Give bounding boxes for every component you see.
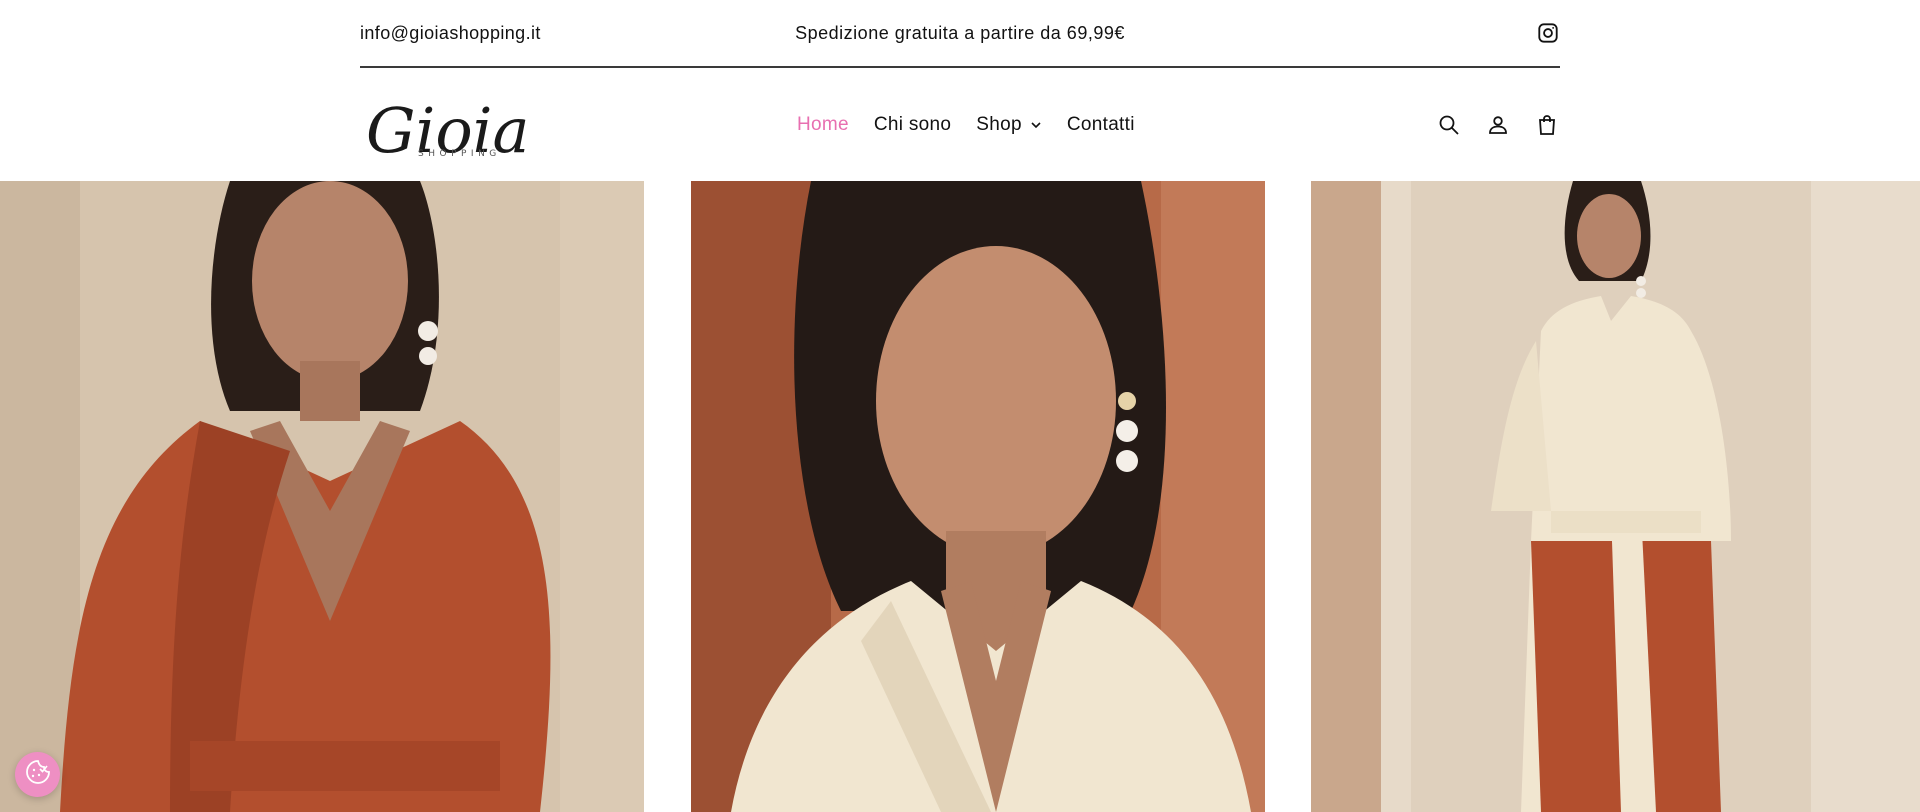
nav-chi-sono[interactable]: Chi sono xyxy=(874,114,951,136)
site-header: Gioia SHOPPING Home Chi sono Shop Contat… xyxy=(360,68,1560,181)
chevron-down-icon xyxy=(1030,119,1042,131)
email-link[interactable]: info@gioiashopping.it xyxy=(360,23,541,44)
nav-contatti[interactable]: Contatti xyxy=(1067,114,1135,136)
announcement-bar: info@gioiashopping.it Spedizione gratuit… xyxy=(360,0,1560,68)
instagram-icon[interactable] xyxy=(1536,21,1560,45)
nav-shop-label: Shop xyxy=(976,113,1022,135)
nav-shop[interactable]: Shop xyxy=(976,114,1042,136)
nav-home[interactable]: Home xyxy=(797,114,849,136)
shipping-announcement: Spedizione gratuita a partire da 69,99€ xyxy=(795,22,1125,43)
cookie-icon xyxy=(24,758,52,791)
logo-tagline: SHOPPING xyxy=(418,149,501,159)
woman-cream-jacket-rust-trousers-image[interactable] xyxy=(1311,181,1920,812)
search-icon[interactable] xyxy=(1436,112,1462,138)
woman-rust-wrap-jacket-image[interactable] xyxy=(0,181,644,812)
woman-cream-blazer-portrait-image[interactable] xyxy=(691,181,1265,812)
cart-icon[interactable] xyxy=(1534,112,1560,138)
cookie-consent-button[interactable] xyxy=(15,752,60,797)
main-nav: Home Chi sono Shop Contatti xyxy=(797,68,1135,181)
hero-gallery xyxy=(0,181,1920,812)
gioia-logo[interactable]: Gioia SHOPPING xyxy=(360,90,566,178)
header-icons xyxy=(1436,68,1560,181)
account-icon[interactable] xyxy=(1485,112,1511,138)
